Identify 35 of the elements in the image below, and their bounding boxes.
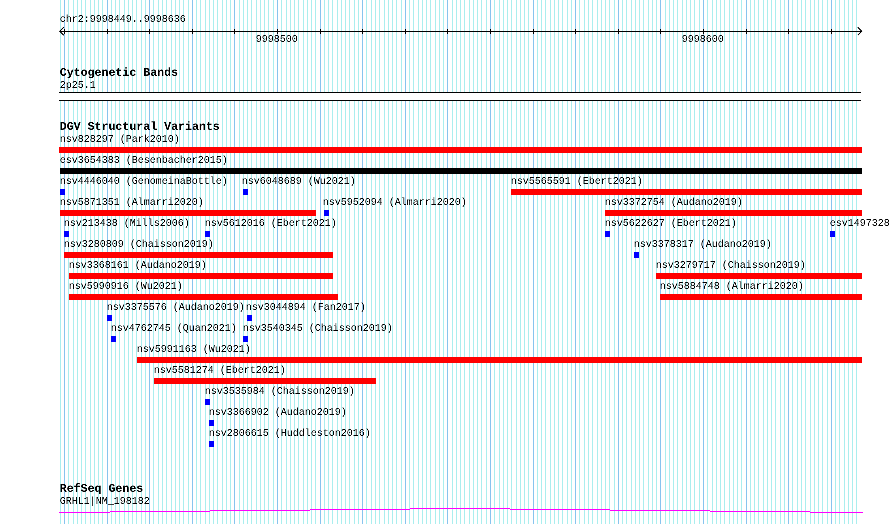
variant-label: nsv5871351 (Almarri2020) <box>60 198 204 209</box>
variant-label: nsv3375576 (Audano2019) <box>107 303 246 314</box>
variant-label: nsv213438 (Mills2006) <box>64 219 190 230</box>
variant-label: nsv3368161 (Audano2019) <box>69 261 208 272</box>
variant-label: nsv3280809 (Chaisson2019) <box>64 240 214 251</box>
variant-label: nsv4446040 (GenomeinaBottle) <box>60 177 228 188</box>
track-title: DGV Structural Variants <box>60 121 220 134</box>
variant-label: nsv5991163 (Wu2021) <box>137 345 252 356</box>
variant-label: nsv5612016 (Ebert2021) <box>205 219 338 230</box>
variant-label: nsv5952094 (Almarri2020) <box>323 198 468 209</box>
track-title: Cytogenetic Bands <box>60 67 178 80</box>
tick-label: 9998600 <box>682 35 724 46</box>
variant-label: nsv2806615 (Huddleston2016) <box>209 429 372 440</box>
variant-label: nsv6048689 (Wu2021) <box>242 177 356 188</box>
variant-label: nsv3372754 (Audano2019) <box>605 198 744 209</box>
tick-label: 9998500 <box>256 35 298 46</box>
variant-label: nsv3044894 (Fan2017) <box>246 303 366 314</box>
variant-label: nsv5990916 (Wu2021) <box>69 282 184 293</box>
band-label: 2p25.1 <box>60 81 96 92</box>
variant-label: nsv3366902 (Audano2019) <box>209 408 348 419</box>
variant-label: nsv828297 (Park2010) <box>60 135 180 146</box>
variant-label: nsv4762745 (Quan2021) <box>111 324 238 335</box>
variant-label: esv1497328 <box>830 219 890 230</box>
variant-label: nsv5581274 (Ebert2021) <box>154 366 286 377</box>
track-title: RefSeq Genes <box>60 483 144 496</box>
variant-label: nsv5622627 (Ebert2021) <box>605 219 738 230</box>
variant-label: nsv3378317 (Audano2019) <box>634 240 772 251</box>
variant-label: nsv5565591 (Ebert2021) <box>511 177 644 188</box>
gene-label: GRHL1|NM_198182 <box>60 497 150 508</box>
location-label: chr2:9998449..9998636 <box>60 15 186 26</box>
variant-label: nsv3279717 (Chaisson2019) <box>656 261 806 272</box>
variant-label: nsv3535984 (Chaisson2019) <box>205 387 356 398</box>
variant-label: nsv5884748 (Almarri2020) <box>660 282 804 293</box>
variant-label: nsv3540345 (Chaisson2019) <box>243 324 394 335</box>
variant-label: esv3654383 (Besenbacher2015) <box>60 156 228 167</box>
